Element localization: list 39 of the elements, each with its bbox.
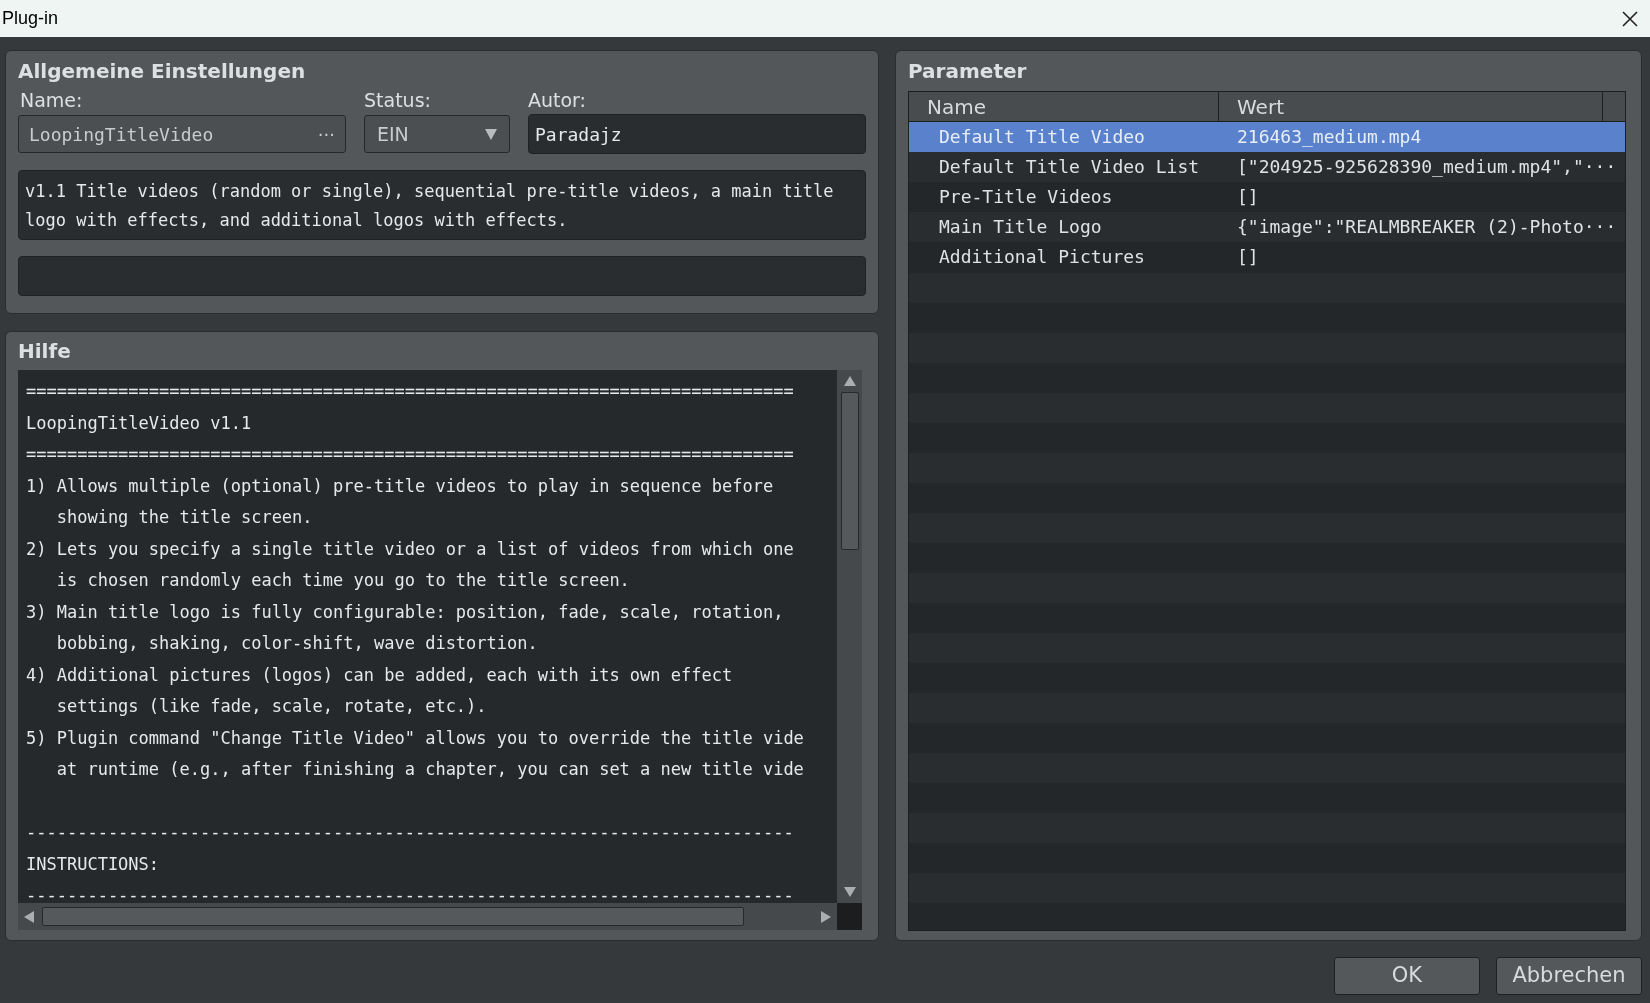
close-icon xyxy=(1621,9,1639,28)
horizontal-scrollbar[interactable] xyxy=(18,903,837,930)
scroll-right-icon[interactable] xyxy=(821,910,831,923)
table-cell-text: [] xyxy=(1236,185,1259,209)
table-cell-text: {"image":"REALMBREAKER (2)-Photo··· xyxy=(1236,215,1617,239)
panel-title: Hilfe xyxy=(18,338,72,365)
scroll-up-icon[interactable] xyxy=(843,376,856,386)
field-label: Status: xyxy=(364,88,432,113)
table-cell-text: [] xyxy=(1236,245,1259,269)
description-field[interactable]: v1.1 Title videos (random or single), sequential pre-title videos, a main title logo with effects, and additional logos with effects. xyxy=(18,170,866,240)
ok-button[interactable]: OK xyxy=(1334,957,1480,995)
author-field[interactable]: Paradajz xyxy=(528,114,866,154)
help-text-area[interactable]: =========================================================================== LoopingTitleVideo v1.1 =========================================================================== 1) Allows multiple (optional) pre-title videos to play in sequence before showing the title screen. 2) Lets you specify a single title video or a list of videos from which one is chosen randomly each time you go to the title screen. 3) Main title logo is fully configurable: position, fade, scale, rotation, bobbing, shaking, color-shift, wave distortion. 4) Additional pictures (logos) can be added, each with its own effect settings (like fade, scale, rotate, etc.). 5) Plugin command "Change Title Video" allows you to override the title vide at runtime (e.g., after finishing a chapter, you can set a new title vide --------------------------------------------------------------------------- INSTRUCTIONS: --------------------------------------------------------------------------- xyxy=(18,370,837,903)
table-cell-text: Additional Pictures xyxy=(938,245,1146,269)
window-title: Plug-in xyxy=(2,7,59,30)
scroll-left-icon[interactable] xyxy=(24,910,34,923)
field-label: Autor: xyxy=(528,88,587,113)
table-cell-text: ["204925-925628390_medium.mp4","··· xyxy=(1236,155,1617,179)
scroll-down-icon[interactable] xyxy=(843,887,856,897)
table-cell-text: Default Title Video List xyxy=(938,155,1201,179)
cancel-button[interactable]: Abbrechen xyxy=(1496,957,1642,995)
table-cell-text: Default Title Video xyxy=(938,125,1146,149)
table-cell-text: 216463_medium.mp4 xyxy=(1236,125,1422,149)
dropdown-arrow-icon xyxy=(485,128,497,140)
browse-button[interactable]: ··· xyxy=(317,120,335,148)
column-header[interactable]: Wert xyxy=(1219,92,1603,121)
status-dropdown[interactable]: EIN xyxy=(364,115,510,153)
column-header[interactable]: Name xyxy=(909,92,1219,121)
panel-title: Allgemeine Einstellungen xyxy=(18,58,307,85)
scrollbar-thumb[interactable] xyxy=(840,392,859,550)
panel-title: Parameter xyxy=(908,58,1028,85)
table-row[interactable]: Default Title Video 216463_medium.mp4 xyxy=(909,122,1625,152)
field-label: Name: xyxy=(19,88,84,113)
table-cell-text: Main Title Logo xyxy=(938,215,1103,239)
text-field[interactable] xyxy=(18,256,866,296)
name-field[interactable]: LoopingTitleVideo ··· xyxy=(18,115,346,153)
table-cell-text: Pre-Title Videos xyxy=(938,185,1114,209)
scrollbar-thumb[interactable] xyxy=(42,907,744,926)
vertical-scrollbar[interactable] xyxy=(837,370,862,903)
